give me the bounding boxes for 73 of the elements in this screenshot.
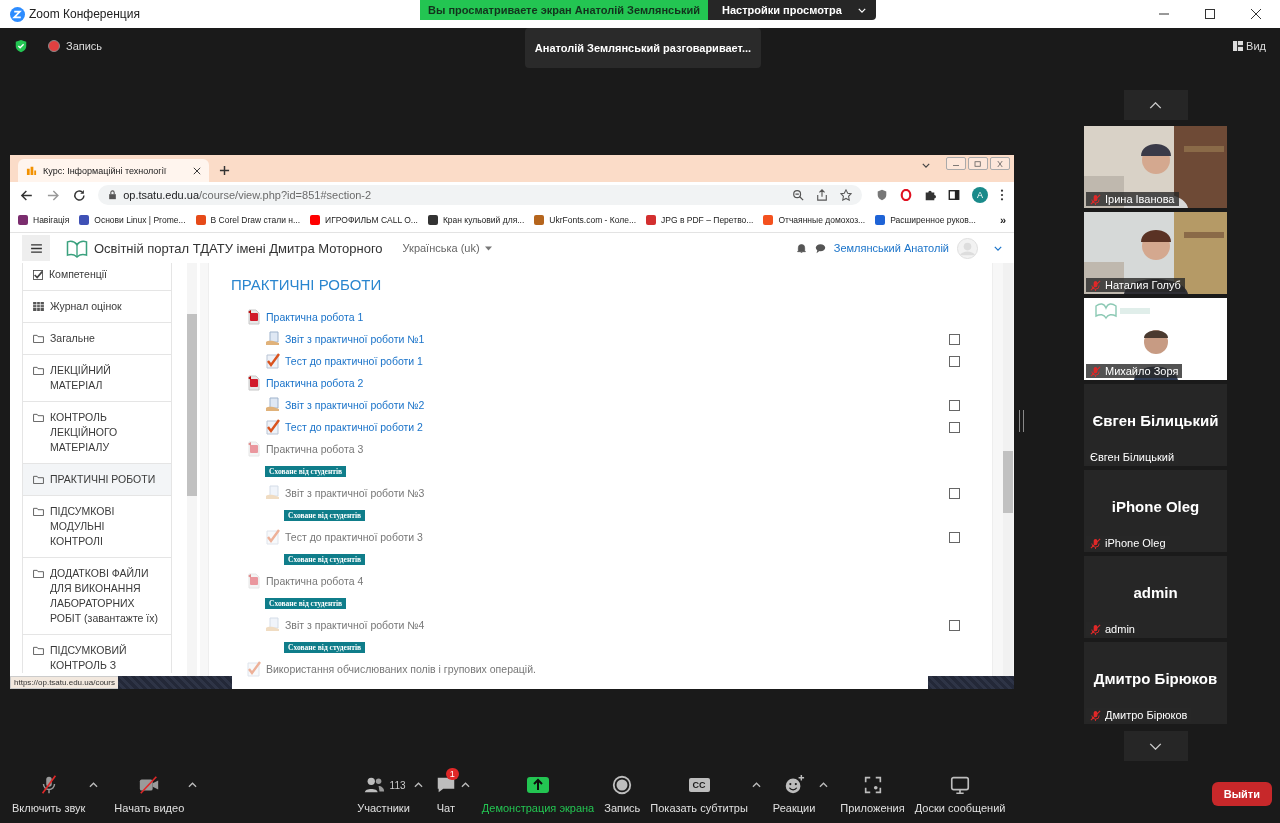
toolbar-button[interactable]: Реакции <box>768 768 820 820</box>
course-nav-item[interactable]: ПІДСУМКОВІ МОДУЛЬНІ КОНТРОЛІ <box>22 496 172 558</box>
bookmark[interactable]: Отчаянные домохоз... <box>763 215 866 225</box>
participant-tile[interactable]: Наталия Голуб <box>1084 212 1227 294</box>
bookmark[interactable]: JPG в PDF – Перетво... <box>646 215 754 225</box>
toolbar-button[interactable]: Доски сообщений <box>910 768 1010 820</box>
course-nav-item[interactable]: ПРАКТИЧНІ РОБОТИ <box>22 464 172 496</box>
participant-display-name: iPhone Oleg <box>1111 497 1200 515</box>
speaking-toast: Анатолій Землянський разговаривает... <box>525 28 761 68</box>
participant-name: Ірина Іванова <box>1086 192 1179 206</box>
toolbar-button[interactable]: Запись <box>600 768 645 820</box>
participant-name: Михайло Зоря <box>1086 364 1183 378</box>
bookmark[interactable]: Кран кульовий для... <box>427 215 525 225</box>
view-button[interactable]: Вид <box>1233 40 1266 52</box>
activity-link[interactable]: Практична робота 4 <box>266 575 364 587</box>
participant-display-name: Дмитро Бірюков <box>1093 669 1218 687</box>
browser-tab[interactable]: Курс: Інформаційні технології <box>18 159 209 182</box>
participant-tile[interactable]: Ірина Іванова <box>1084 126 1227 208</box>
participant-count: 113 <box>389 779 406 791</box>
activity-link[interactable]: Звіт з практичної роботи №4 <box>285 619 425 631</box>
section-title: ПРАКТИЧНІ РОБОТИ <box>231 275 383 295</box>
participant-tile[interactable]: admin admin <box>1084 556 1227 638</box>
bookmark[interactable]: UkrFonts.com - Коле... <box>534 215 637 225</box>
bookmark[interactable]: Расширенное руков... <box>875 215 976 225</box>
notification-badge: 1 <box>445 768 459 780</box>
course-nav-item[interactable]: ДОДАТКОВІ ФАЙЛИ ДЛЯ ВИКОНАННЯ ЛАБОРАТОРНИХ РОБІТ (завантажте їх) <box>22 558 172 635</box>
toolbar-button[interactable]: Приложения <box>836 768 909 820</box>
participant-tile[interactable]: iPhone Oleg iPhone Oleg <box>1084 470 1227 552</box>
toolbar-button[interactable]: 113 Участники <box>353 768 414 820</box>
participant-display-name: admin <box>1133 583 1178 601</box>
leave-button[interactable]: Выйти <box>1211 782 1272 806</box>
participant-tile[interactable]: Дмитро Бірюков Дмитро Бірюков <box>1084 642 1227 724</box>
link-url-tooltip: https://op.tsatu.edu.ua/cours <box>10 676 119 689</box>
view-settings-button[interactable]: Настройки просмотра <box>708 0 876 20</box>
participant-name: Наталия Голуб <box>1086 278 1185 292</box>
activity-link[interactable]: Практична робота 2 <box>266 377 364 389</box>
participant-tile[interactable]: Михайло Зоря <box>1084 298 1227 380</box>
bookmark[interactable]: Навігація <box>18 215 70 225</box>
user-name[interactable]: Землянський Анатолій <box>833 242 949 254</box>
profile-avatar[interactable]: A <box>972 187 988 203</box>
bookmark[interactable]: В Corel Draw стали н... <box>195 215 301 225</box>
address-bar[interactable]: op.tsatu.edu.ua/course/view.php?id=851#section-2 <box>98 185 862 205</box>
participant-tile[interactable]: Євген Білицький Євген Білицький <box>1084 384 1227 466</box>
toolbar-button[interactable]: Демонстрация экрана <box>477 768 599 820</box>
activity-link[interactable]: Звіт з практичної роботи №3 <box>285 487 425 499</box>
toolbar-button[interactable]: Начать видео <box>110 768 189 820</box>
bookmark[interactable]: ИГРОФИЛЬМ CALL O... <box>310 215 418 225</box>
bookmark[interactable]: Основи Linux | Prome... <box>79 215 186 225</box>
activity-link[interactable]: Практична робота 3 <box>266 443 364 455</box>
participant-display-name: Євген Білицький <box>1092 411 1219 429</box>
course-nav-item[interactable]: КОНТРОЛЬ ЛЕКЦІЙНОГО МАТЕРІАЛУ <box>22 402 172 464</box>
course-nav-item[interactable]: Загальне <box>22 323 172 355</box>
course-nav-item[interactable]: ЛЕКЦІЙНИЙ МАТЕРІАЛ <box>22 355 172 402</box>
recording-label: Запись <box>66 40 103 52</box>
toolbar-button[interactable]: Включить звук <box>8 768 90 820</box>
activity-link[interactable]: Звіт з практичної роботи №1 <box>285 333 425 345</box>
activity-link[interactable]: Тест до практичної роботи 3 <box>285 531 423 543</box>
activity-link[interactable]: Звіт з практичної роботи №2 <box>285 399 425 411</box>
course-nav-item[interactable]: Журнал оцінок <box>22 291 172 323</box>
toolbar-button[interactable]: CC Показать субтитры <box>646 768 752 820</box>
activity-link[interactable]: Використання обчислюваних полів і групових операцій. <box>266 663 536 675</box>
site-name[interactable]: Освітній портал ТДАТУ імені Дмитра Моторного <box>94 240 383 256</box>
share-banner: Вы просматриваете экран Анатолій Землянський <box>420 0 708 20</box>
activity-link[interactable]: Тест до практичної роботи 2 <box>285 421 423 433</box>
window-title: Zoom Конференция <box>29 7 140 21</box>
toolbar-button[interactable]: 1 Чат <box>430 768 461 820</box>
activity-link[interactable]: Практична робота 1 <box>266 311 364 323</box>
activity-link[interactable]: Тест до практичної роботи 1 <box>285 355 423 367</box>
course-nav-item[interactable]: Компетенції <box>22 263 172 291</box>
more-bookmarks-button[interactable]: » <box>999 214 1006 226</box>
course-nav-item[interactable]: ПІДСУМКОВИЙ КОНТРОЛЬ З <box>22 635 172 673</box>
captions-icon: CC <box>688 778 710 792</box>
language-menu[interactable]: Українська (uk) <box>402 242 492 254</box>
